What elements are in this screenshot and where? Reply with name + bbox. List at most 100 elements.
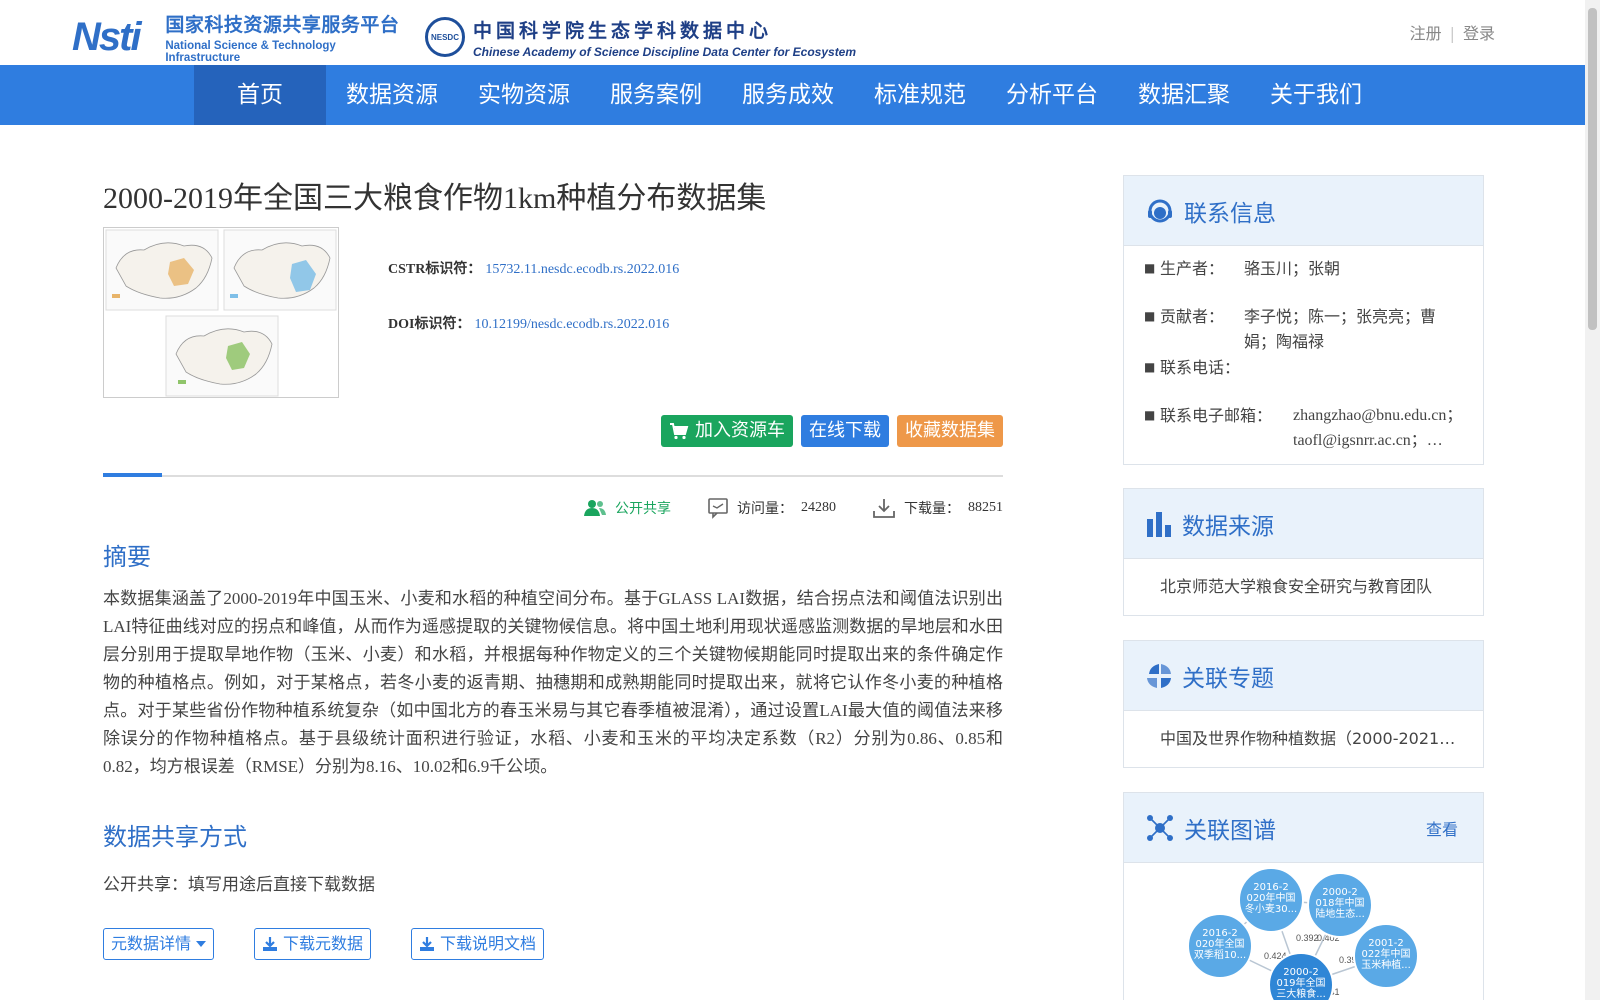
downloads-stat: 下载量： 88251 bbox=[872, 497, 1003, 519]
producer-row: ■ 生产者： 骆玉川；张朝 bbox=[1144, 256, 1468, 281]
users-icon bbox=[584, 500, 606, 516]
abstract-heading: 摘要 bbox=[103, 543, 151, 571]
nesdc-badge-icon: NESDC bbox=[425, 17, 465, 57]
contact-list: ■ 生产者： 骆玉川；张朝 ■ 贡献者： 李子悦；陈一；张亮亮；曹娟；陶福禄 ■ 联系电话… bbox=[1124, 246, 1483, 463]
data-source-text: 北京师范大学粮食安全研究与教育团队 bbox=[1160, 577, 1433, 596]
cart-icon bbox=[670, 423, 689, 440]
nav-item-1[interactable]: 数据资源 bbox=[326, 65, 458, 125]
top-header: Nsti 国家科技资源共享服务平台 National Science & Tec… bbox=[0, 0, 1585, 65]
dataset-actions: 加入资源车 在线下载 收藏数据集 bbox=[661, 415, 1003, 447]
add-to-cart-button[interactable]: 加入资源车 bbox=[661, 415, 793, 447]
nsti-logo[interactable]: Nsti 国家科技资源共享服务平台 National Science & Tec… bbox=[72, 14, 412, 64]
open-share-label: 公开共享 bbox=[615, 501, 671, 517]
dataset-thumbnail[interactable] bbox=[103, 227, 339, 398]
register-link[interactable]: 注册 bbox=[1410, 24, 1442, 43]
customer-service-icon bbox=[1148, 199, 1172, 222]
nsti-logo-cn: 国家科技资源共享服务平台 bbox=[165, 14, 400, 36]
page-scrollbar[interactable] bbox=[1585, 0, 1600, 1000]
download-metadata-button[interactable]: 下载元数据 bbox=[254, 928, 372, 960]
download-icon bbox=[420, 937, 435, 951]
online-download-button[interactable]: 在线下载 bbox=[801, 415, 889, 447]
graph-node-label: 2001-2 022年中国玉米种植... bbox=[1361, 938, 1411, 971]
network-graph-icon bbox=[1147, 814, 1173, 841]
email-row: ■ 联系电子邮箱： zhangzhao@bnu.edu.cn；taofl@igsnr… bbox=[1144, 403, 1468, 453]
producer-label: 生产者： bbox=[1160, 259, 1225, 278]
open-share-stat: 公开共享 bbox=[583, 498, 671, 518]
cstr-row: CSTR标识符： 15732.11.nesdc.ecodb.rs.2022.016 bbox=[388, 258, 679, 278]
nsti-logo-mark: Nsti bbox=[72, 14, 142, 59]
caret-down-icon bbox=[196, 941, 207, 947]
related-graph[interactable]: 0.3920.4020.4240.3990.4290.412016-2020年中… bbox=[1124, 863, 1484, 1000]
related-topic-header: 关联专题 bbox=[1124, 641, 1483, 711]
bar-chart-icon bbox=[1147, 511, 1171, 537]
auth-divider: | bbox=[1449, 24, 1455, 43]
download-metadata-label: 下载元数据 bbox=[283, 934, 364, 953]
graph-edge-weight: 0.392 bbox=[1296, 933, 1319, 943]
doi-row: DOI标识符： 10.12199/nesdc.ecodb.rs.2022.016 bbox=[388, 313, 669, 333]
share-method-text: 公开共享：填写用途后直接下载数据 bbox=[103, 875, 375, 895]
download-icon bbox=[873, 499, 895, 518]
nav-item-3[interactable]: 服务案例 bbox=[590, 65, 722, 125]
email-value: zhangzhao@bnu.edu.cn；taofl@igsnrr.ac.cn；… bbox=[1293, 407, 1463, 449]
download-icon bbox=[263, 937, 278, 951]
dataset-stats: 公开共享 访问量： 24280 下载量： 88251 bbox=[583, 497, 1003, 519]
related-graph-header: 关联图谱 查看 bbox=[1124, 793, 1483, 863]
related-topic-link[interactable]: 中国及世界作物种植数据（2000-2021… bbox=[1124, 711, 1483, 749]
nav-item-5[interactable]: 标准规范 bbox=[854, 65, 986, 125]
downloads-count: 88251 bbox=[968, 500, 1003, 515]
download-doc-button[interactable]: 下载说明文档 bbox=[411, 928, 545, 960]
comment-icon bbox=[708, 498, 728, 519]
phone-row: ■ 联系电话： bbox=[1144, 355, 1468, 380]
metadata-detail-label: 元数据详情 bbox=[111, 934, 192, 953]
downloads-label: 下载量： bbox=[904, 501, 960, 517]
contact-panel-title: 联系信息 bbox=[1184, 200, 1276, 227]
data-source-panel: 数据来源 北京师范大学粮食安全研究与教育团队 bbox=[1123, 488, 1484, 616]
visits-label: 访问量： bbox=[737, 501, 793, 517]
view-graph-link[interactable]: 查看 bbox=[1426, 816, 1458, 840]
cstr-link[interactable]: 15732.11.nesdc.ecodb.rs.2022.016 bbox=[485, 262, 679, 277]
nav-item-0[interactable]: 首页 bbox=[194, 65, 326, 125]
nav-item-4[interactable]: 服务成效 bbox=[722, 65, 854, 125]
share-heading: 数据共享方式 bbox=[103, 823, 247, 851]
tab-divider bbox=[103, 473, 1003, 477]
nav-item-6[interactable]: 分析平台 bbox=[986, 65, 1118, 125]
metadata-actions: 元数据详情 下载元数据 下载说明文档 bbox=[103, 928, 545, 960]
nav-item-7[interactable]: 数据汇聚 bbox=[1118, 65, 1250, 125]
map-thumbnail-image bbox=[105, 229, 337, 397]
add-to-cart-label: 加入资源车 bbox=[695, 420, 785, 441]
dataset-title: 2000-2019年全国三大粮食作物1km种植分布数据集 bbox=[103, 182, 767, 215]
contributor-row: ■ 贡献者： 李子悦；陈一；张亮亮；曹娟；陶福禄 bbox=[1144, 304, 1468, 354]
nav-item-2[interactable]: 实物资源 bbox=[458, 65, 590, 125]
metadata-detail-dropdown[interactable]: 元数据详情 bbox=[103, 928, 215, 960]
favorite-dataset-button[interactable]: 收藏数据集 bbox=[897, 415, 1003, 447]
contact-panel: 联系信息 ■ 生产者： 骆玉川；张朝 ■ 贡献者： 李子悦；陈一；张亮亮；曹娟；陶福禄 … bbox=[1123, 175, 1484, 465]
nesdc-logo[interactable]: NESDC 中国科学院生态学科数据中心 Chinese Academy of S… bbox=[425, 14, 856, 60]
nav-item-8[interactable]: 关于我们 bbox=[1250, 65, 1382, 125]
auth-links: 注册 | 登录 bbox=[1410, 20, 1495, 44]
topic-icon bbox=[1147, 663, 1171, 688]
nav-list: 首页 数据资源 实物资源 服务案例 服务成效 标准规范 分析平台 数据汇聚 关于我们 bbox=[194, 65, 1382, 125]
graph-node-label: 2000-2 018年中国陆地生态... bbox=[1315, 887, 1365, 920]
contact-panel-header: 联系信息 bbox=[1124, 176, 1483, 246]
related-topic-panel: 关联专题 中国及世界作物种植数据（2000-2021… bbox=[1123, 640, 1484, 768]
main-nav: 首页 数据资源 实物资源 服务案例 服务成效 标准规范 分析平台 数据汇聚 关于我们 bbox=[0, 65, 1585, 125]
graph-node-label: 2000-2 019年全国三大粮食... bbox=[1276, 967, 1326, 1000]
phone-label: 联系电话： bbox=[1160, 358, 1241, 377]
login-link[interactable]: 登录 bbox=[1463, 24, 1495, 43]
nesdc-logo-en: Chinese Academy of Science Discipline Da… bbox=[473, 44, 857, 59]
doi-link[interactable]: 10.12199/nesdc.ecodb.rs.2022.016 bbox=[474, 317, 669, 332]
visits-stat: 访问量： 24280 bbox=[707, 497, 836, 519]
related-graph-title: 关联图谱 bbox=[1184, 817, 1276, 844]
scrollbar-thumb[interactable] bbox=[1588, 8, 1597, 330]
visits-count: 24280 bbox=[801, 500, 836, 515]
active-tab-indicator bbox=[103, 473, 162, 477]
related-topic-title: 关联专题 bbox=[1182, 665, 1274, 692]
download-doc-label: 下载说明文档 bbox=[440, 934, 537, 953]
doi-label: DOI标识符： bbox=[388, 317, 471, 332]
producer-value: 骆玉川；张朝 bbox=[1244, 259, 1341, 278]
cstr-label: CSTR标识符： bbox=[388, 262, 482, 277]
related-graph-panel: 关联图谱 查看 0.3920.4020.4240.3990.4290.41201… bbox=[1123, 792, 1484, 1000]
nsti-logo-en: National Science & Technology Infrastruc… bbox=[165, 40, 336, 64]
contributor-label: 贡献者： bbox=[1160, 307, 1225, 326]
data-source-title: 数据来源 bbox=[1182, 513, 1274, 540]
